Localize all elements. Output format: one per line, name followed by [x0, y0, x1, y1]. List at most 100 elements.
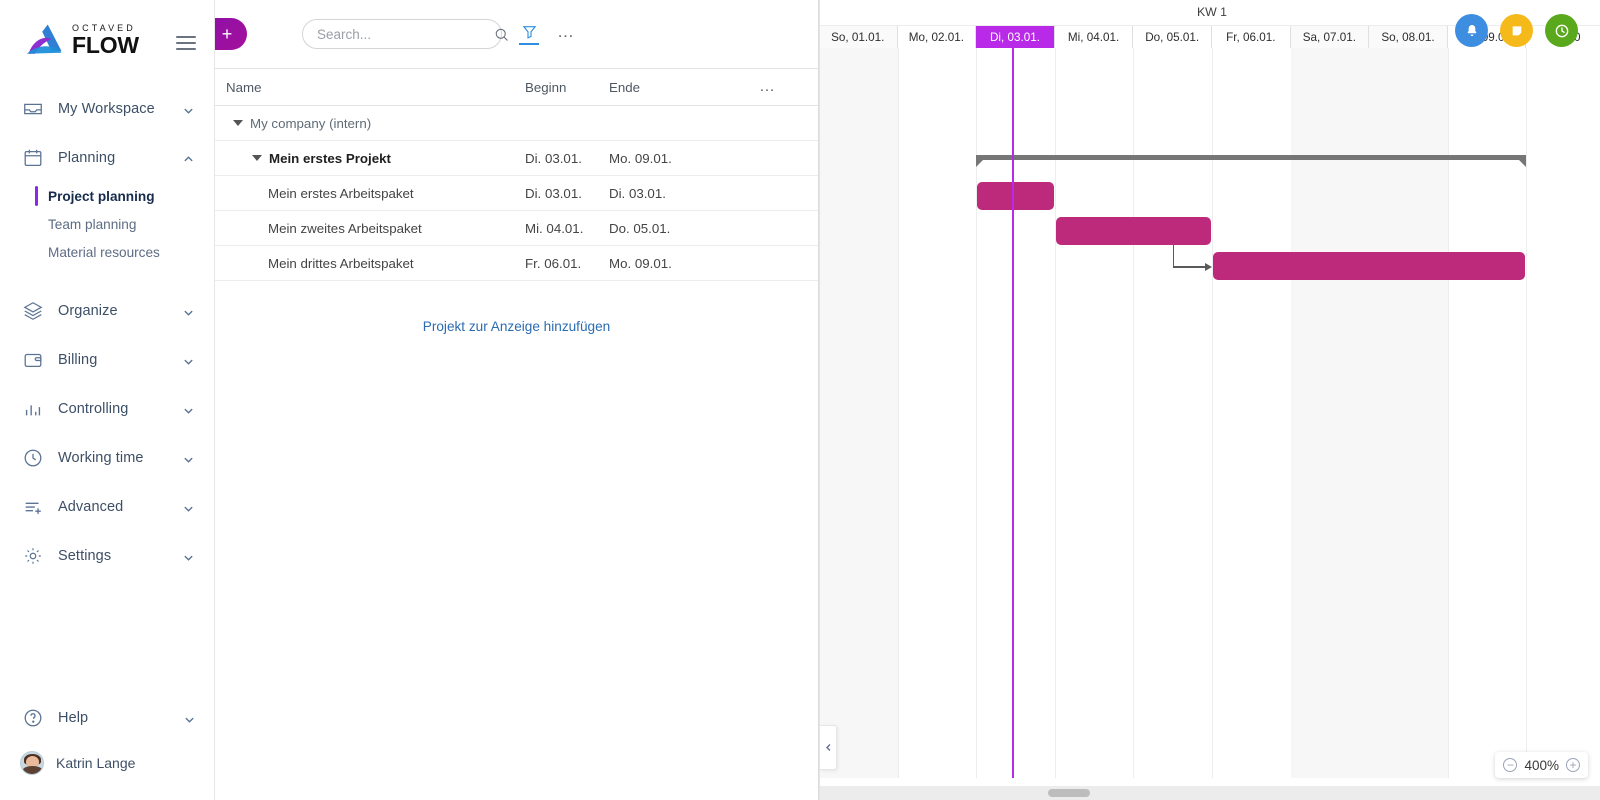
sidebar-item-controlling[interactable]: Controlling [0, 384, 214, 433]
expand-caret-icon[interactable] [233, 120, 243, 126]
today-marker-line [1012, 48, 1014, 778]
calendar-icon [22, 147, 44, 169]
sidebar-item-settings[interactable]: Settings [0, 531, 214, 580]
sidebar-item-help[interactable]: Help [0, 693, 215, 742]
day-header-cell[interactable]: Mi, 04.01. [1055, 26, 1134, 48]
sidebar-item-my-workspace[interactable]: My Workspace [0, 84, 214, 133]
chevron-down-icon[interactable] [183, 550, 194, 561]
table-row[interactable]: Mein erstes Arbeitspaket Di. 03.01. Di. … [215, 176, 818, 211]
chevron-down-icon[interactable] [183, 103, 194, 114]
chevron-down-icon[interactable] [183, 403, 194, 414]
column-options-button[interactable]: … [759, 83, 776, 91]
notes-button[interactable] [1500, 14, 1533, 47]
sidebar-item-billing[interactable]: Billing [0, 335, 214, 384]
clock-icon [22, 447, 44, 469]
note-icon [1509, 23, 1525, 39]
chevron-left-icon [824, 743, 833, 752]
chevron-down-icon[interactable] [183, 305, 194, 316]
scrollbar-thumb[interactable] [1048, 789, 1090, 797]
table-row[interactable]: My company (intern) [215, 106, 818, 141]
sidebar-item-team-planning[interactable]: Team planning [0, 210, 214, 238]
zoom-in-button[interactable]: + [1566, 758, 1580, 772]
expand-caret-icon[interactable] [252, 155, 262, 161]
day-label: Do, 05.01. [1145, 31, 1199, 44]
avatar [20, 751, 44, 775]
dependency-line [1173, 266, 1206, 268]
sidebar-item-label: Organize [58, 303, 118, 319]
sidebar-item-working-time[interactable]: Working time [0, 433, 214, 482]
add-button[interactable]: + [215, 18, 247, 50]
horizontal-scrollbar[interactable] [820, 786, 1600, 800]
add-project-link[interactable]: Projekt zur Anzeige hinzufügen [215, 319, 818, 334]
filter-button[interactable] [518, 19, 540, 49]
day-label: Fr, 06.01. [1226, 31, 1275, 44]
day-header-cell[interactable]: So, 08.01. [1369, 26, 1448, 48]
row-begin: Mi. 04.01. [525, 221, 609, 236]
day-header-cell[interactable]: Do, 05.01. [1133, 26, 1212, 48]
chevron-down-icon[interactable] [184, 712, 195, 723]
chevron-down-icon[interactable] [183, 354, 194, 365]
search-icon[interactable] [494, 27, 509, 42]
sidebar-nav: My Workspace Planning Pro [0, 84, 214, 580]
sidebar-item-label: Advanced [58, 499, 123, 515]
app-root: OCTAVED FLOW My Workspace [0, 0, 1600, 800]
menu-toggle-icon[interactable] [176, 36, 196, 50]
row-end: Do. 05.01. [609, 221, 769, 236]
row-name-cell: My company (intern) [215, 116, 525, 131]
sidebar-item-advanced[interactable]: Advanced [0, 482, 214, 531]
search-box[interactable] [302, 19, 502, 49]
brand-logo[interactable]: OCTAVED FLOW [0, 0, 214, 62]
day-header-cell[interactable]: So, 01.01. [819, 26, 898, 48]
bar-chart-icon [22, 398, 44, 420]
day-header-cell[interactable]: Di, 03.01. [976, 26, 1055, 48]
gantt-task-bar[interactable] [1213, 252, 1525, 280]
table-toolbar: + … [215, 0, 818, 68]
table-row[interactable]: Mein zweites Arbeitspaket Mi. 04.01. Do.… [215, 211, 818, 246]
sidebar-item-material-resources[interactable]: Material resources [0, 238, 214, 266]
clock-icon [1554, 23, 1570, 39]
zoom-out-button[interactable]: − [1503, 758, 1517, 772]
gantt-task-bar[interactable] [977, 182, 1054, 210]
zoom-level: 400% [1524, 758, 1559, 773]
gantt-summary-bar[interactable] [976, 155, 1526, 160]
day-header-cell[interactable]: Fr, 06.01. [1212, 26, 1291, 48]
user-profile[interactable]: Katrin Lange [0, 742, 215, 784]
table-row[interactable]: Mein drittes Arbeitspaket Fr. 06.01. Mo.… [215, 246, 818, 281]
column-header-beginn[interactable]: Beginn [525, 80, 609, 95]
subnav-label: Team planning [48, 217, 136, 232]
sidebar-item-label: Settings [58, 548, 111, 564]
planning-subnav: Project planning Team planning Material … [0, 182, 214, 266]
search-input[interactable] [317, 27, 494, 42]
sidebar: OCTAVED FLOW My Workspace [0, 0, 215, 800]
sidebar-item-label: Working time [58, 450, 144, 466]
gantt-task-bar[interactable] [1056, 217, 1211, 245]
row-name: My company (intern) [250, 116, 371, 131]
day-header-cell[interactable]: Mo, 02.01. [898, 26, 977, 48]
gantt-chart: KW 1 So, 01.01.Mo, 02.01.Di, 03.01.Mi, 0… [819, 0, 1600, 800]
toolbar-more-button[interactable]: … [557, 27, 575, 41]
column-header-name[interactable]: Name [215, 80, 525, 95]
sidebar-item-organize[interactable]: Organize [0, 286, 214, 335]
chevron-up-icon[interactable] [183, 152, 194, 163]
sidebar-item-planning[interactable]: Planning [0, 133, 214, 182]
sidebar-item-label: Help [58, 710, 88, 726]
gantt-grid [820, 48, 1600, 800]
row-name: Mein zweites Arbeitspaket [268, 221, 422, 236]
brand-bottom-text: FLOW [72, 34, 139, 57]
gear-icon [22, 545, 44, 567]
row-name-cell: Mein erstes Projekt [215, 151, 525, 166]
row-begin: Fr. 06.01. [525, 256, 609, 271]
chevron-down-icon[interactable] [183, 452, 194, 463]
row-name: Mein drittes Arbeitspaket [268, 256, 414, 271]
table-row[interactable]: Mein erstes Projekt Di. 03.01. Mo. 09.01… [215, 141, 818, 176]
octaved-flow-logo-icon [24, 23, 66, 57]
chevron-down-icon[interactable] [183, 501, 194, 512]
column-header-ende[interactable]: Ende [609, 80, 759, 95]
day-header-cell[interactable]: Sa, 07.01. [1291, 26, 1370, 48]
collapse-panel-button[interactable] [820, 725, 837, 770]
notifications-button[interactable] [1455, 14, 1488, 47]
sidebar-item-project-planning[interactable]: Project planning [0, 182, 214, 210]
time-tracking-button[interactable] [1545, 14, 1578, 47]
day-label: Sa, 07.01. [1303, 31, 1356, 44]
layers-icon [22, 300, 44, 322]
